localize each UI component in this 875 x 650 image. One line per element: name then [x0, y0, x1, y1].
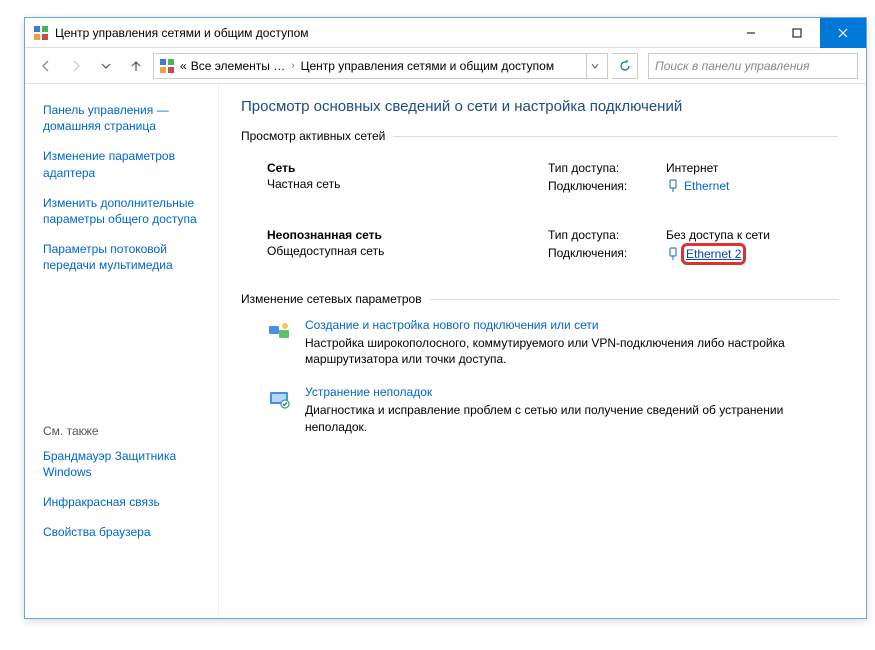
see-also-firewall-link[interactable]: Брандмауэр Защитника Windows: [43, 448, 210, 480]
action-troubleshoot: Устранение неполадок Диагностика и испра…: [241, 377, 838, 444]
action-description: Диагностика и исправление проблем с сеть…: [305, 402, 830, 434]
active-networks-section: Просмотр активных сетей: [241, 129, 838, 143]
search-input[interactable]: Поиск в панели управления: [648, 53, 858, 79]
access-type-value: Интернет: [666, 161, 718, 175]
breadcrumb-dropdown-icon[interactable]: [586, 54, 603, 78]
connections-label: Подключения:: [548, 179, 666, 196]
connection-link-ethernet2[interactable]: Ethernet 2: [666, 246, 743, 262]
change-settings-label: Изменение сетевых параметров: [241, 292, 430, 306]
up-button[interactable]: [123, 53, 149, 79]
breadcrumb-separator-icon: ›: [289, 60, 296, 71]
breadcrumb-part2[interactable]: Центр управления сетями и общим доступом: [301, 59, 555, 73]
control-panel-home-link[interactable]: Панель управления — домашняя страница: [43, 102, 210, 134]
connection-link-ethernet[interactable]: Ethernet: [666, 179, 729, 193]
connection-link-text: Ethernet: [684, 179, 729, 193]
close-button[interactable]: [820, 18, 866, 48]
breadcrumb-part1[interactable]: Все элементы …: [191, 59, 286, 73]
connection-link-text-highlighted: Ethernet 2: [684, 246, 743, 262]
connections-label: Подключения:: [548, 246, 666, 264]
main-content: Просмотр основных сведений о сети и наст…: [219, 84, 866, 618]
action-title-link[interactable]: Устранение неполадок: [305, 385, 830, 399]
navigation-toolbar: « Все элементы … › Центр управления сетя…: [25, 48, 866, 84]
network-block-1: Сеть Частная сеть Тип доступа: Интернет …: [241, 147, 838, 214]
ethernet-icon: [666, 179, 680, 193]
back-button[interactable]: [33, 53, 59, 79]
refresh-button[interactable]: [612, 53, 638, 79]
active-networks-label: Просмотр активных сетей: [241, 129, 393, 143]
network-sharing-center-window: Центр управления сетями и общим доступом: [24, 17, 867, 619]
page-heading: Просмотр основных сведений о сети и наст…: [241, 98, 838, 115]
ethernet-icon: [666, 247, 680, 261]
recent-locations-button[interactable]: [93, 53, 119, 79]
troubleshoot-icon: [267, 387, 291, 411]
minimize-button[interactable]: [728, 18, 774, 48]
titlebar: Центр управления сетями и общим доступом: [25, 18, 866, 48]
network-name: Сеть: [267, 161, 547, 175]
access-type-label: Тип доступа:: [548, 228, 666, 242]
body: Панель управления — домашняя страница Из…: [25, 84, 866, 618]
window-controls: [728, 18, 866, 48]
sidebar-link-adapter-settings[interactable]: Изменение параметров адаптера: [43, 148, 210, 180]
access-type-value: Без доступа к сети: [666, 228, 770, 242]
sidebar-link-sharing-settings[interactable]: Изменить дополнительные параметры общего…: [43, 195, 210, 227]
see-also-browser-props-link[interactable]: Свойства браузера: [43, 524, 210, 540]
sidebar: Панель управления — домашняя страница Из…: [25, 84, 219, 618]
new-connection-icon: [267, 320, 291, 344]
search-placeholder: Поиск в панели управления: [655, 59, 810, 73]
see-also-label: См. также: [43, 424, 210, 438]
breadcrumb-icon: [158, 57, 176, 75]
network-type: Общедоступная сеть: [267, 244, 547, 258]
maximize-button[interactable]: [774, 18, 820, 48]
network-name: Неопознанная сеть: [267, 228, 547, 242]
access-type-label: Тип доступа:: [548, 161, 666, 175]
action-title-link[interactable]: Создание и настройка нового подключения …: [305, 318, 830, 332]
network-type: Частная сеть: [267, 177, 547, 191]
action-description: Настройка широкополосного, коммутируемог…: [305, 335, 830, 367]
breadcrumb-prefix: «: [180, 59, 187, 73]
change-settings-section: Изменение сетевых параметров: [241, 292, 838, 306]
app-icon: [33, 25, 49, 41]
forward-button[interactable]: [63, 53, 89, 79]
see-also-infrared-link[interactable]: Инфракрасная связь: [43, 494, 210, 510]
action-new-connection: Создание и настройка нового подключения …: [241, 310, 838, 377]
network-block-2: Неопознанная сеть Общедоступная сеть Тип…: [241, 214, 838, 282]
window-title: Центр управления сетями и общим доступом: [55, 26, 728, 40]
sidebar-link-media-streaming[interactable]: Параметры потоковой передачи мультимедиа: [43, 241, 210, 273]
breadcrumb[interactable]: « Все элементы … › Центр управления сетя…: [153, 53, 608, 79]
